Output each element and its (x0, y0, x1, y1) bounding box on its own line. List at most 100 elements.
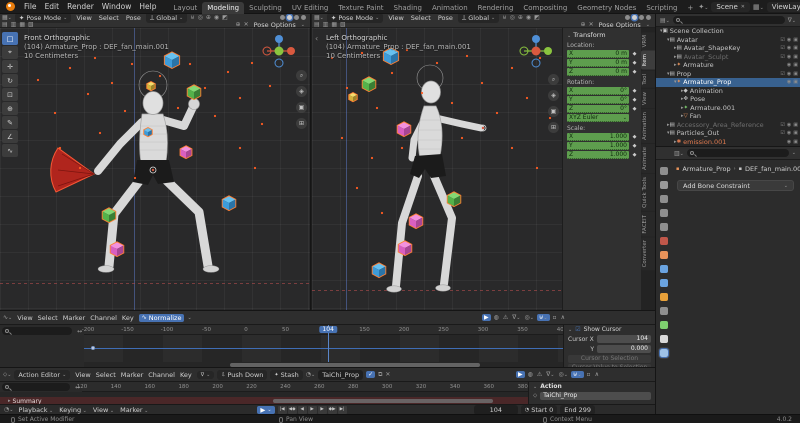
filter-funnel-icon[interactable]: ∇⌄ (545, 371, 555, 378)
graph-menu-select[interactable]: Select (36, 314, 60, 322)
fcurve-icon[interactable]: ∧ (560, 314, 566, 321)
show-cursor-checkbox[interactable]: Show Cursor (584, 326, 622, 333)
frame-start-field[interactable]: ◔Start0 (521, 405, 557, 415)
shading-solid-icon[interactable] (287, 15, 292, 20)
snap-magnet-icon[interactable]: ⊎ (502, 14, 506, 21)
overlays-filter-icon[interactable]: ▧ (28, 21, 34, 28)
properties-data-tab[interactable] (660, 321, 668, 329)
play-button[interactable]: ▶⌄ (257, 406, 274, 414)
transform-tool[interactable]: ⊕ (2, 102, 18, 115)
graph-editor-type-icon[interactable]: ∿⌄ (3, 314, 12, 321)
check-toggle-icon[interactable]: ☑ (780, 130, 784, 136)
keyframe-icon[interactable]: ◆ (631, 88, 638, 94)
nav-gizmo-front[interactable] (260, 32, 298, 70)
box-select-icon[interactable]: ▶ (516, 371, 525, 378)
box-select-tool[interactable]: □ (2, 32, 18, 45)
shading-wireframe-icon[interactable] (625, 15, 630, 20)
keyframe-icon[interactable]: ◆ (631, 51, 638, 57)
move-tool[interactable]: ✛ (2, 60, 18, 73)
properties-bone-tab[interactable] (660, 335, 668, 343)
eye-toggle-icon[interactable]: ◉ (787, 79, 791, 85)
dope-menu-view[interactable]: View (73, 371, 92, 379)
annotate-tool[interactable]: ✎ (2, 116, 18, 129)
outliner-search-input[interactable] (673, 16, 785, 24)
properties-search-input[interactable] (687, 149, 789, 157)
snap-magnet-icon[interactable]: ⊎⌄ (537, 314, 550, 321)
gizmos-filter-icon[interactable]: ▦ (19, 21, 25, 28)
properties-object-tab[interactable] (660, 251, 668, 259)
overlays-toggle-icon[interactable]: ◉ (214, 14, 219, 21)
rotation-mode-dropdown[interactable]: XYZ Euler⌄ (567, 114, 629, 122)
xray-toggle-icon[interactable]: ◩ (222, 14, 228, 21)
scale-y-field[interactable]: Y1.000 (567, 142, 629, 150)
n-panel-tab-animation[interactable]: Animation (641, 109, 655, 143)
graph-menu-channel[interactable]: Channel (88, 314, 119, 322)
keyframe-icon[interactable]: ◆ (631, 134, 638, 140)
clear-icon[interactable]: ✕ (244, 21, 249, 28)
dope-menu-select[interactable]: Select (94, 371, 118, 379)
timeline-menu-playback[interactable]: Playback ⌄ (16, 406, 55, 414)
keyframe-icon[interactable]: ◆ (631, 106, 638, 112)
action-panel-header[interactable]: Action (540, 383, 562, 390)
next-keyframe-icon[interactable]: ◆▶ (328, 406, 337, 414)
location-y-field[interactable]: Y0 m (567, 59, 629, 67)
stash-button[interactable]: ✦Stash (270, 370, 302, 380)
graph-menu-marker[interactable]: Marker (61, 314, 87, 322)
viewport-menu-pose[interactable]: Pose (124, 14, 143, 22)
cursor-x-field[interactable]: 104 (597, 335, 651, 343)
outliner-row-pose[interactable]: ▸✥Pose (656, 95, 800, 104)
zoom-icon[interactable]: ⌕ (296, 70, 307, 81)
push-down-button[interactable]: ⇩Push Down (217, 370, 267, 380)
eye-toggle-icon[interactable]: ◉ (787, 139, 791, 145)
check-toggle-icon[interactable]: ☑ (780, 54, 784, 60)
fake-user-toggle[interactable]: ✓ (366, 371, 375, 378)
check-toggle-icon[interactable]: ☑ (780, 71, 784, 77)
viewport-front[interactable]: ▦⌄✦Pose Mode⌄ViewSelectPose⟂Global⌄⊎◎⊕◉◩… (0, 14, 311, 310)
workspace-tab-scripting[interactable]: Scripting (641, 2, 682, 14)
keying-box-icon[interactable]: ▫ (552, 314, 558, 321)
shading-material-icon[interactable] (639, 15, 644, 20)
graph-editor[interactable]: ∿⌄ ViewSelectMarkerChannelKey ∿Normalize… (0, 310, 655, 367)
workspace-tab-rendering[interactable]: Rendering (473, 2, 519, 14)
graph-menu-view[interactable]: View (15, 314, 34, 322)
editor-type-icon[interactable]: ▦⌄ (314, 14, 324, 21)
prev-keyframe-icon[interactable]: ◀◆ (288, 406, 297, 414)
timeline-menu-keying[interactable]: Keying ⌄ (57, 406, 89, 414)
frame-end-field[interactable]: End299 (560, 405, 595, 415)
keyframe-icon[interactable]: ◆ (631, 97, 638, 103)
proportional-edit-icon[interactable]: ◎⌄ (523, 314, 534, 321)
properties-constraints-tab[interactable] (660, 307, 668, 315)
unlink-action-icon[interactable]: ✕ (385, 371, 390, 378)
pose-breakdowner-tool[interactable]: ∿ (2, 144, 18, 157)
dope-sheet[interactable]: ⬦⌄ Action Editor⌄ ViewSelectMarkerChanne… (0, 367, 655, 404)
rotation-z-field[interactable]: Z0° (567, 105, 629, 113)
ortho-toggle-icon[interactable]: ⊞ (548, 122, 559, 133)
outliner-row-accessory-area-reference[interactable]: ▸▤Accessory_Area_Reference☑◉▣ (656, 121, 800, 130)
dope-menu-marker[interactable]: Marker (119, 371, 145, 379)
proportional-edit-icon[interactable]: ◎ (510, 14, 515, 21)
pose-options-dropdown[interactable]: Pose Options (252, 21, 298, 29)
outliner-display-mode-icon[interactable]: ▤⌄ (660, 17, 670, 24)
dope-menu-channel[interactable]: Channel (146, 371, 177, 379)
gizmo-small-icon[interactable]: ⊕ (236, 21, 241, 28)
workspace-tab-animation[interactable]: Animation (427, 2, 473, 14)
rotation-x-field[interactable]: X0° (567, 87, 629, 95)
viewlayer-selector[interactable]: ViewLayer (767, 2, 800, 12)
menu-file[interactable]: File (20, 2, 41, 11)
box-select-icon[interactable]: ▶ (482, 314, 491, 321)
orientation-dropdown[interactable]: ⟂Global⌄ (146, 14, 187, 23)
viewport-menu-view[interactable]: View (386, 14, 405, 22)
outliner-row-particles-out[interactable]: ▾▤Particles_Out☑◉▣ (656, 129, 800, 138)
properties-tool-tab[interactable] (660, 167, 668, 175)
zoom-icon[interactable]: ⌕ (548, 74, 559, 85)
dope-hscrollbar[interactable] (273, 399, 493, 403)
properties-world-tab[interactable] (660, 237, 668, 245)
eye-toggle-icon[interactable]: ◉ (787, 62, 791, 68)
action-name-field[interactable]: TaiChi_Prop (318, 370, 363, 380)
properties-options-icon[interactable]: ⌄ (792, 150, 796, 156)
action-name-sidebar-field[interactable]: TaiChi_Prop (540, 392, 651, 400)
orientation-dropdown[interactable]: ⟂Global⌄ (458, 14, 499, 23)
viewport-menu-select[interactable]: Select (97, 14, 121, 22)
editor-type-icon[interactable]: ▦⌄ (2, 14, 12, 21)
normalize-toggle[interactable]: ∿Normalize (139, 314, 185, 322)
